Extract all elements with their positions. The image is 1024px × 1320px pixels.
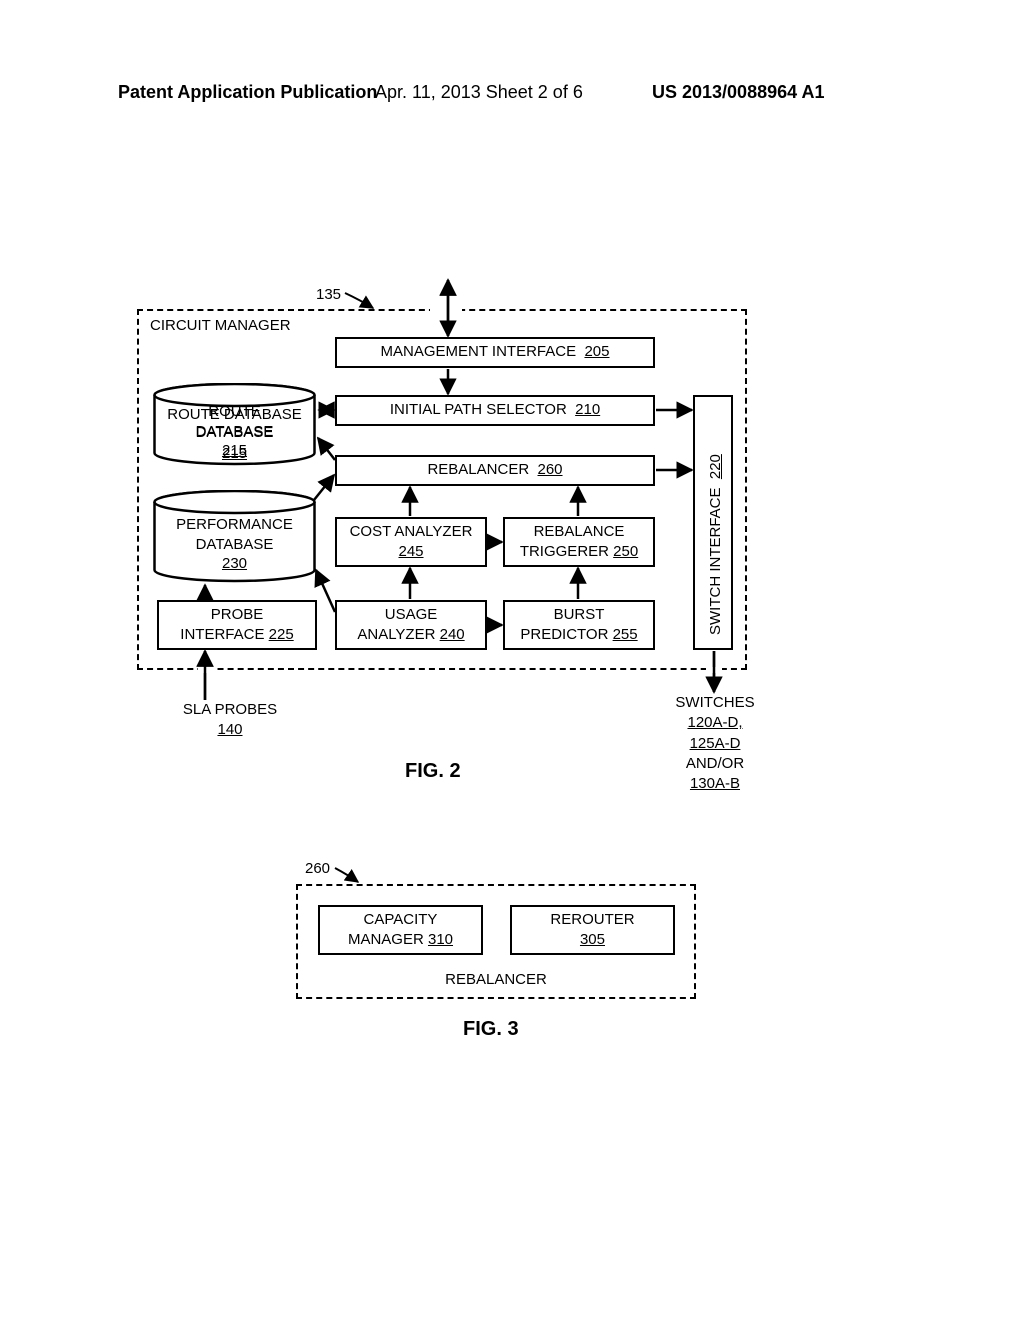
- page: Patent Application Publication Apr. 11, …: [0, 0, 1024, 1320]
- fig3-arrows: [0, 0, 1024, 1100]
